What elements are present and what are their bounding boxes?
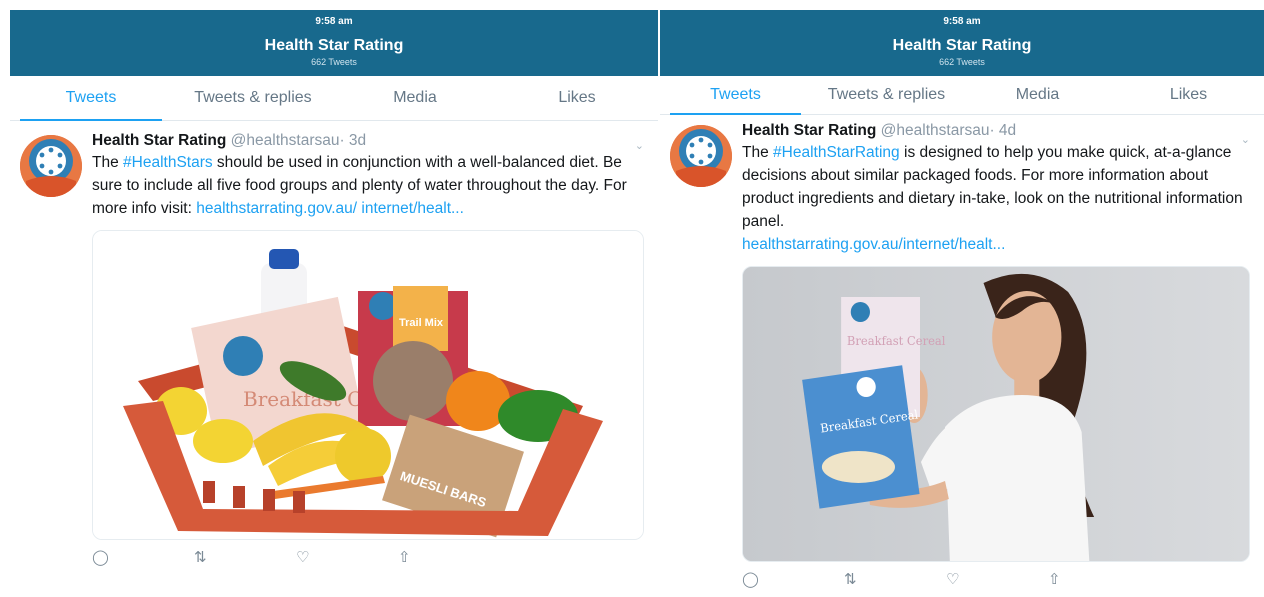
tweet-text: The #HealthStars should be used in conju… [92,151,644,220]
heart-icon[interactable]: ♡ [296,548,398,566]
share-icon[interactable]: ⇧ [398,548,500,566]
chevron-down-icon[interactable]: ⌄ [635,139,644,152]
tweet-text-part: The [742,144,774,161]
profile-header: 9:58 am Health Star Rating 662 Tweets [10,10,658,76]
status-time: 9:58 am [943,16,981,27]
tweet-actions: ◯ ⇅ ♡ ⇧ [92,548,644,566]
url-link[interactable]: healthstarrating.gov.au/internet/healt..… [742,236,1005,253]
author-name[interactable]: Health Star Rating [92,132,226,149]
tab-media[interactable]: Media [962,76,1113,114]
profile-panel-left: 9:58 am Health Star Rating 662 Tweets Tw… [10,10,658,597]
status-time: 9:58 am [315,16,353,27]
retweet-icon[interactable]: ⇅ [844,570,946,588]
hashtag-link[interactable]: #HealthStars [123,154,213,171]
profile-panel-right: 9:58 am Health Star Rating 662 Tweets Tw… [660,10,1264,597]
profile-title: Health Star Rating [264,37,404,54]
tab-media[interactable]: Media [334,76,496,120]
reply-icon[interactable]: ◯ [742,570,844,588]
url-link[interactable]: healthstarrating.gov.au/ internet/healt.… [196,200,464,217]
profile-tabs: Tweets Tweets & replies Media Likes [10,76,658,121]
grocery-basket-photo: Breakfast Cereal Trail Mix [93,231,643,539]
health-star-logo-icon [670,125,732,187]
tab-tweets-replies[interactable]: Tweets & replies [811,76,962,114]
tweet-text: The #HealthStarRating is designed to hel… [742,141,1250,256]
tab-tweets[interactable]: Tweets [660,76,811,115]
tweet-count: 662 Tweets [939,57,985,67]
tab-likes[interactable]: Likes [496,76,658,120]
tweet-header: Health Star Rating @healthstarsau· 3d [92,131,644,151]
tab-tweets-replies[interactable]: Tweets & replies [172,76,334,120]
tweet-text-part: The [92,154,124,171]
tab-tweets[interactable]: Tweets [10,76,172,121]
reply-icon[interactable]: ◯ [92,548,194,566]
chevron-down-icon[interactable]: ⌄ [1241,133,1250,146]
author-name[interactable]: Health Star Rating [742,122,876,139]
tweet-time: · 3d [339,132,367,149]
tweet-media-image[interactable]: Breakfast Cereal Breakfast Cereal [742,266,1250,562]
profile-header: 9:58 am Health Star Rating 662 Tweets [660,10,1264,76]
hashtag-link[interactable]: #HealthStarRating [773,144,900,161]
share-icon[interactable]: ⇧ [1048,570,1150,588]
tweet[interactable]: ⌄ Health Star Rating @healthstarsau· 4d … [660,115,1264,588]
tweet[interactable]: ⌄ Health Star Rating @healthstarsau· 3d … [10,121,658,566]
tweet-actions: ◯ ⇅ ♡ ⇧ [742,570,1250,588]
heart-icon[interactable]: ♡ [946,570,1048,588]
tweet-count: 662 Tweets [311,57,357,67]
author-handle[interactable]: @healthstarsau [231,132,340,149]
health-star-logo-icon [20,135,82,197]
retweet-icon[interactable]: ⇅ [194,548,296,566]
profile-tabs: Tweets Tweets & replies Media Likes [660,76,1264,115]
author-handle[interactable]: @healthstarsau [881,122,990,139]
tab-likes[interactable]: Likes [1113,76,1264,114]
tweet-header: Health Star Rating @healthstarsau· 4d [742,121,1250,141]
tweet-media-image[interactable]: Breakfast Cereal Trail Mix [92,230,644,540]
tweet-time: · 4d [989,122,1017,139]
avatar[interactable] [20,135,82,197]
avatar[interactable] [670,125,732,187]
woman-with-cereal-photo: Breakfast Cereal Breakfast Cereal [743,267,1249,561]
box-label: Breakfast Cereal [847,334,946,348]
profile-title: Health Star Rating [892,37,1032,54]
pack-label: Trail Mix [399,317,444,329]
